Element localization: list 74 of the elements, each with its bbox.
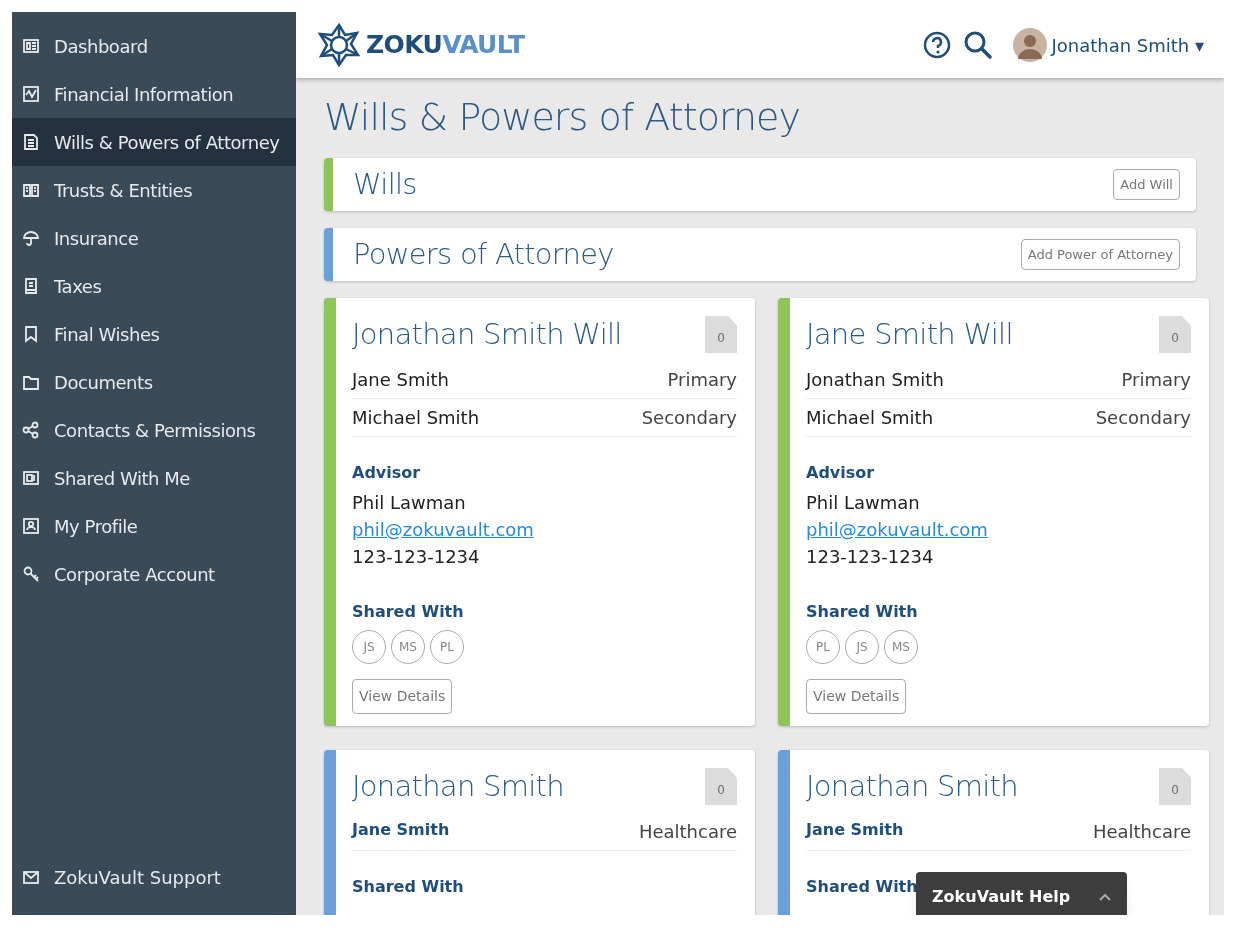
email-link[interactable]: phil@zokuvault.com bbox=[806, 516, 988, 543]
sidebar-item[interactable]: Corporate Account bbox=[12, 550, 296, 598]
person-name: Jane Smith bbox=[352, 819, 450, 841]
sidebar-item[interactable]: Dashboard bbox=[12, 22, 296, 70]
section-title: Powers of Attorney bbox=[353, 235, 614, 273]
person-name: Michael Smith bbox=[806, 406, 934, 430]
help-widget-label: ZokuVault Help bbox=[932, 886, 1071, 908]
role-label: Healthcare bbox=[638, 820, 737, 844]
folder-icon bbox=[22, 373, 40, 391]
sidebar-item[interactable]: Final Wishes bbox=[12, 310, 296, 358]
profile-icon bbox=[22, 517, 40, 535]
card-title: Jonathan Smith bbox=[352, 768, 564, 805]
role-label: Healthcare bbox=[1092, 820, 1191, 844]
role-label: Primary bbox=[667, 368, 737, 392]
card-title: Jonathan Smith bbox=[806, 768, 1018, 805]
sidebar-item[interactable]: Wills & Powers of Attorney bbox=[12, 118, 296, 166]
add-button[interactable]: Add Will bbox=[1113, 168, 1180, 201]
help-widget[interactable]: ZokuVault Help bbox=[916, 872, 1127, 915]
id-card-icon bbox=[22, 469, 40, 487]
key-icon bbox=[22, 565, 40, 583]
view-details-button[interactable]: View Details bbox=[806, 679, 907, 714]
sidebar-item[interactable]: ZokuVault Support bbox=[12, 853, 296, 901]
document-count-badge[interactable]: 0 bbox=[1159, 316, 1191, 353]
search-icon[interactable] bbox=[963, 30, 994, 60]
sidebar-item[interactable]: Documents bbox=[12, 358, 296, 406]
logo-icon bbox=[316, 22, 362, 68]
mail-icon bbox=[22, 868, 40, 886]
add-button[interactable]: Add Power of Attorney bbox=[1020, 238, 1180, 271]
sidebar-item[interactable]: Financial Information bbox=[12, 70, 296, 118]
advisor-name: Phil Lawman bbox=[352, 491, 467, 515]
shared-with-label: Shared With bbox=[806, 876, 918, 898]
shared-with-label: Shared With bbox=[352, 876, 464, 898]
sidebar-item[interactable]: Taxes bbox=[12, 262, 296, 310]
sidebar-item[interactable]: Shared With Me bbox=[12, 454, 296, 502]
person-name: Michael Smith bbox=[352, 406, 480, 430]
card-title: Jonathan Smith Will bbox=[352, 316, 622, 353]
help-icon[interactable] bbox=[923, 31, 952, 59]
person-name: Jonathan Smith bbox=[806, 368, 944, 392]
card-title: Jane Smith Will bbox=[806, 316, 1013, 353]
chart-icon bbox=[22, 85, 40, 103]
sidebar-item[interactable]: Contacts & Permissions bbox=[12, 406, 296, 454]
advisor-label: Advisor bbox=[352, 462, 422, 484]
umbrella-icon bbox=[22, 229, 40, 247]
bookmark-icon bbox=[22, 325, 40, 343]
shared-with-label: Shared With bbox=[352, 601, 464, 623]
book-icon bbox=[22, 181, 40, 199]
phone-number: 123-123-1234 bbox=[352, 545, 481, 569]
sidebar-item[interactable]: Insurance bbox=[12, 214, 296, 262]
notepad-icon bbox=[22, 277, 40, 295]
sidebar-item[interactable]: My Profile bbox=[12, 502, 296, 550]
dashboard-icon bbox=[22, 37, 40, 55]
sidebar-item[interactable]: Trusts & Entities bbox=[12, 166, 296, 214]
shared-with-label: Shared With bbox=[806, 601, 918, 623]
email-link[interactable]: phil@zokuvault.com bbox=[352, 516, 534, 543]
document-count-badge[interactable]: 0 bbox=[705, 768, 737, 805]
user-menu[interactable]: Jonathan Smith ▾ bbox=[1051, 31, 1204, 59]
chevron-up-icon[interactable] bbox=[1099, 893, 1111, 901]
document-count-badge[interactable]: 0 bbox=[705, 316, 737, 353]
person-name: Jane Smith bbox=[806, 819, 904, 841]
avatar-icon[interactable] bbox=[1013, 28, 1048, 62]
phone-number: 123-123-1234 bbox=[806, 545, 935, 569]
advisor-name: Phil Lawman bbox=[806, 491, 921, 515]
advisor-label: Advisor bbox=[806, 462, 876, 484]
role-label: Primary bbox=[1121, 368, 1191, 392]
document-icon bbox=[22, 133, 40, 151]
role-label: Secondary bbox=[1095, 406, 1191, 430]
view-details-button[interactable]: View Details bbox=[352, 679, 453, 714]
person-name: Jane Smith bbox=[352, 368, 449, 392]
page-title: Wills & Powers of Attorney bbox=[324, 98, 802, 136]
section-title: Wills bbox=[353, 165, 417, 203]
document-count-badge[interactable]: 0 bbox=[1159, 768, 1191, 805]
logo-wordmark: ZOKUVAULT bbox=[366, 29, 525, 62]
role-label: Secondary bbox=[641, 406, 737, 430]
share-icon bbox=[22, 421, 40, 439]
